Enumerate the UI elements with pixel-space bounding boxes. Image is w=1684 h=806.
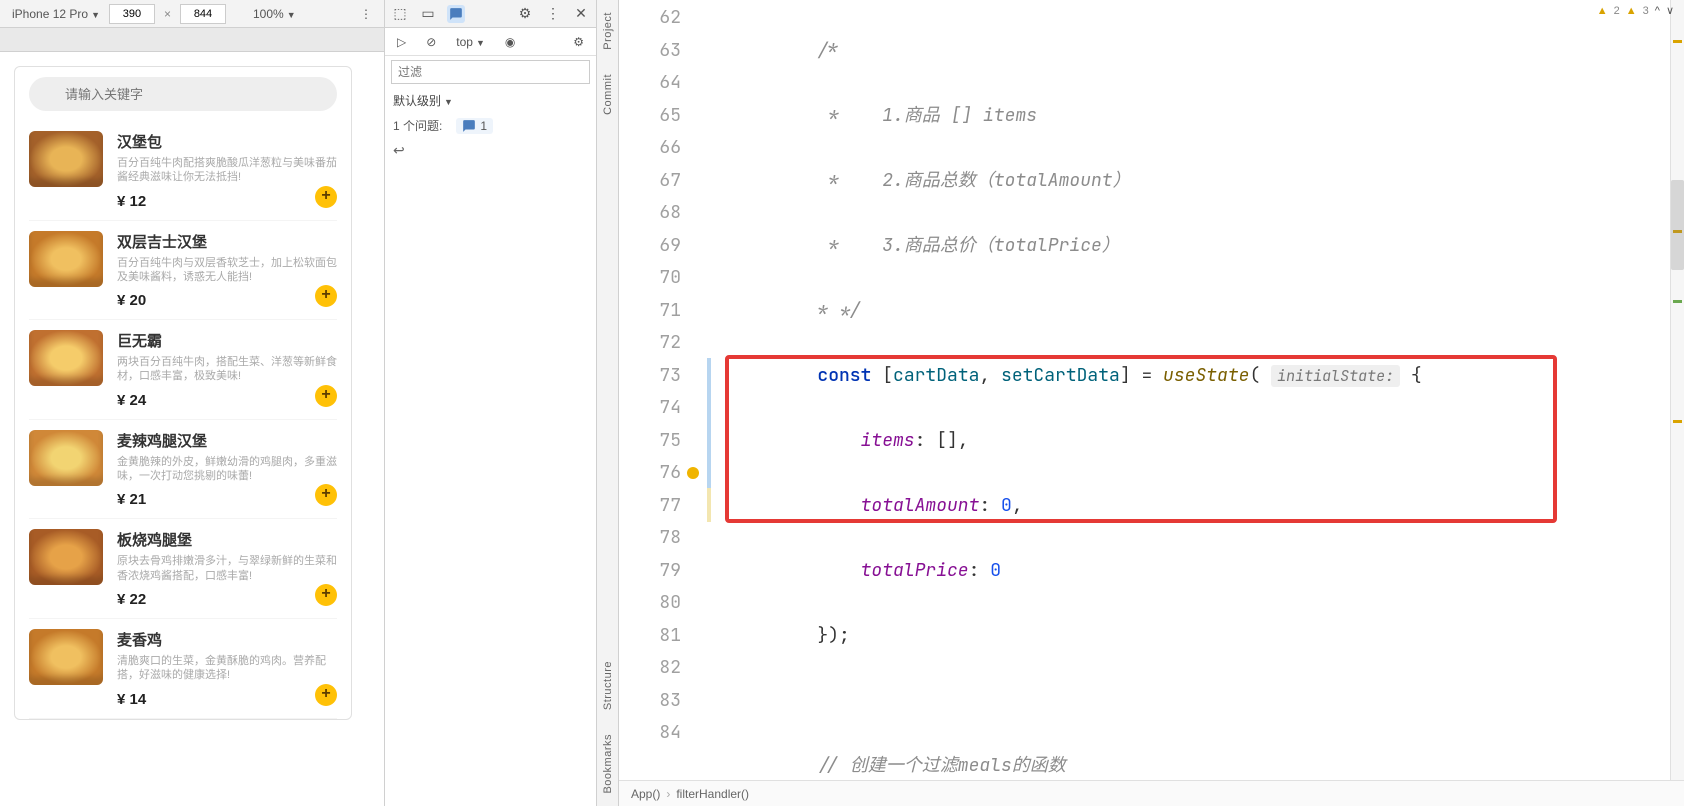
scope-dropdown[interactable]: top▼ (450, 35, 491, 49)
food-image (29, 430, 103, 486)
height-input[interactable] (180, 4, 226, 24)
tab-structure[interactable]: Structure (600, 649, 616, 722)
search-input[interactable] (29, 77, 337, 111)
food-image (29, 629, 103, 685)
inspect-icon[interactable]: ⬚ (391, 5, 409, 23)
filter-input[interactable] (391, 60, 590, 84)
food-list: 汉堡包百分百纯牛肉配搭爽脆酸瓜洋葱粒与美味番茄酱经典滋味让你无法抵挡!¥ 12+… (15, 121, 351, 719)
inline-hint: initialState: (1271, 365, 1400, 387)
code-line: // 创建一个过滤meals的函数 (705, 750, 1670, 781)
add-button[interactable]: + (315, 186, 337, 208)
food-image (29, 231, 103, 287)
code-line: totalAmount: 0, (705, 490, 1670, 523)
tab-commit[interactable]: Commit (600, 62, 616, 127)
breadcrumb-item: App() (631, 787, 660, 801)
phone-frame: 汉堡包百分百纯牛肉配搭爽脆酸瓜洋葱粒与美味番茄酱经典滋味让你无法抵挡!¥ 12+… (14, 66, 352, 720)
food-desc: 百分百纯牛肉与双层香软芝士，加上松软面包及美味酱料，诱惑无人能挡! (117, 256, 337, 285)
inspector-toolbar2: ▷ ⊘ top▼ ◉ ⚙ (385, 28, 596, 56)
code-line (705, 685, 1670, 718)
preview-area: 汉堡包百分百纯牛肉配搭爽脆酸瓜洋葱粒与美味番茄酱经典滋味让你无法抵挡!¥ 12+… (0, 52, 384, 806)
food-price: ¥ 24 (117, 392, 337, 409)
food-item: 双层吉士汉堡百分百纯牛肉与双层香软芝士，加上松软面包及美味酱料，诱惑无人能挡! ¥… (29, 221, 337, 321)
device-icon[interactable]: ▭ (419, 5, 437, 23)
preview-gray-strip (0, 28, 384, 52)
food-price: ¥ 20 (117, 292, 337, 309)
breadcrumb[interactable]: App()›filterHandler() (619, 780, 1684, 806)
code-line: }); (705, 620, 1670, 653)
tab-bookmarks[interactable]: Bookmarks (600, 722, 616, 806)
undo-icon[interactable]: ↩ (385, 138, 596, 163)
code-line: * 2.商品总数（totalAmount） (705, 165, 1670, 198)
width-input[interactable] (109, 4, 155, 24)
code-line: const [cartData, setCartData] = useState… (705, 360, 1670, 393)
food-price: ¥ 14 (117, 691, 337, 708)
code-line: items: [], (705, 425, 1670, 458)
breadcrumb-item: filterHandler() (676, 787, 749, 801)
tab-project[interactable]: Project (600, 0, 616, 62)
play-icon[interactable]: ▷ (391, 35, 412, 49)
food-item: 麦香鸡清脆爽口的生菜，金黄酥脆的鸡肉。营养配搭，好滋味的健康选择! ¥ 14+ (29, 619, 337, 719)
food-item: 巨无霸两块百分百纯牛肉，搭配生菜、洋葱等新鲜食材，口感丰富，极致美味! ¥ 24+ (29, 320, 337, 420)
add-button[interactable]: + (315, 385, 337, 407)
food-desc: 金黄脆辣的外皮，鲜嫩幼滑的鸡腿肉，多重滋味，一次打动您挑剔的味蕾! (117, 455, 337, 484)
scrollmap[interactable] (1670, 0, 1684, 780)
x-separator: × (164, 7, 171, 21)
food-image (29, 131, 103, 187)
issues-row[interactable]: 1 个问题: 1 (385, 113, 596, 138)
code-area[interactable]: 6263646566 6768697071 7273747576 7778798… (619, 0, 1684, 780)
food-item: 汉堡包百分百纯牛肉配搭爽脆酸瓜洋葱粒与美味番茄酱经典滋味让你无法抵挡! ¥ 12+ (29, 121, 337, 221)
scroll-thumb[interactable] (1671, 180, 1684, 270)
vertical-tabs: Project Commit Structure Bookmarks (597, 0, 619, 806)
add-button[interactable]: + (315, 684, 337, 706)
food-desc: 清脆爽口的生菜，金黄酥脆的鸡肉。营养配搭，好滋味的健康选择! (117, 654, 337, 683)
device-more-icon[interactable]: ⋮ (354, 7, 378, 21)
inspector-toolbar: ⬚ ▭ ⚙ ⋮ ✕ (385, 0, 596, 28)
code-line: * 1.商品 [] items (705, 100, 1670, 133)
food-desc: 百分百纯牛肉配搭爽脆酸瓜洋葱粒与美味番茄酱经典滋味让你无法抵挡! (117, 156, 337, 185)
device-preview-panel: iPhone 12 Pro▼ × 100%▼ ⋮ 汉堡包百分百纯牛肉配搭爽脆酸瓜… (0, 0, 385, 806)
inspector-gear-icon[interactable]: ⚙ (567, 35, 590, 49)
food-image (29, 330, 103, 386)
food-title: 汉堡包 (117, 131, 337, 152)
food-image (29, 529, 103, 585)
food-title: 板烧鸡腿堡 (117, 529, 337, 550)
zoom-selector[interactable]: 100%▼ (247, 7, 302, 21)
food-title: 巨无霸 (117, 330, 337, 351)
eye-icon[interactable]: ◉ (499, 35, 521, 49)
code-line: /* (705, 35, 1670, 68)
code-line: * 3.商品总价（totalPrice） (705, 230, 1670, 263)
no-entry-icon[interactable]: ⊘ (420, 35, 442, 49)
code-body[interactable]: /* * 1.商品 [] items * 2.商品总数（totalAmount）… (705, 0, 1670, 780)
food-item: 麦辣鸡腿汉堡金黄脆辣的外皮，鲜嫩幼滑的鸡腿肉，多重滋味，一次打动您挑剔的味蕾! ¥… (29, 420, 337, 520)
food-title: 双层吉士汉堡 (117, 231, 337, 252)
food-price: ¥ 12 (117, 193, 337, 210)
food-desc: 原块去骨鸡排嫩滑多汁，与翠绿新鲜的生菜和香浓烧鸡酱搭配，口感丰富! (117, 554, 337, 583)
chat-tab-icon[interactable] (447, 5, 465, 23)
food-price: ¥ 22 (117, 591, 337, 608)
more-icon[interactable]: ⋮ (544, 5, 562, 23)
food-price: ¥ 21 (117, 491, 337, 508)
settings-icon[interactable]: ⚙ (516, 5, 534, 23)
code-line: * */ (705, 295, 1670, 328)
food-title: 麦香鸡 (117, 629, 337, 650)
device-bar: iPhone 12 Pro▼ × 100%▼ ⋮ (0, 0, 384, 28)
close-icon[interactable]: ✕ (572, 5, 590, 23)
add-button[interactable]: + (315, 584, 337, 606)
level-dropdown[interactable]: 默认级别▼ (385, 88, 596, 113)
food-desc: 两块百分百纯牛肉，搭配生菜、洋葱等新鲜食材，口感丰富，极致美味! (117, 355, 337, 384)
line-gutter: 6263646566 6768697071 7273747576 7778798… (619, 0, 705, 780)
editor-panel: ▲2 ▲3 ^∨ 6263646566 6768697071 727374757… (619, 0, 1684, 806)
food-item: 板烧鸡腿堡原块去骨鸡排嫩滑多汁，与翠绿新鲜的生菜和香浓烧鸡酱搭配，口感丰富! ¥ … (29, 519, 337, 619)
editor-top-warnings[interactable]: ▲2 ▲3 ^∨ (1597, 4, 1674, 17)
issue-chat-icon (462, 119, 476, 133)
food-title: 麦辣鸡腿汉堡 (117, 430, 337, 451)
code-line: totalPrice: 0 (705, 555, 1670, 588)
inspector-panel: ⬚ ▭ ⚙ ⋮ ✕ ▷ ⊘ top▼ ◉ ⚙ 默认级别▼ 1 个问题: 1 ↩ (385, 0, 597, 806)
device-selector[interactable]: iPhone 12 Pro▼ (6, 7, 106, 21)
